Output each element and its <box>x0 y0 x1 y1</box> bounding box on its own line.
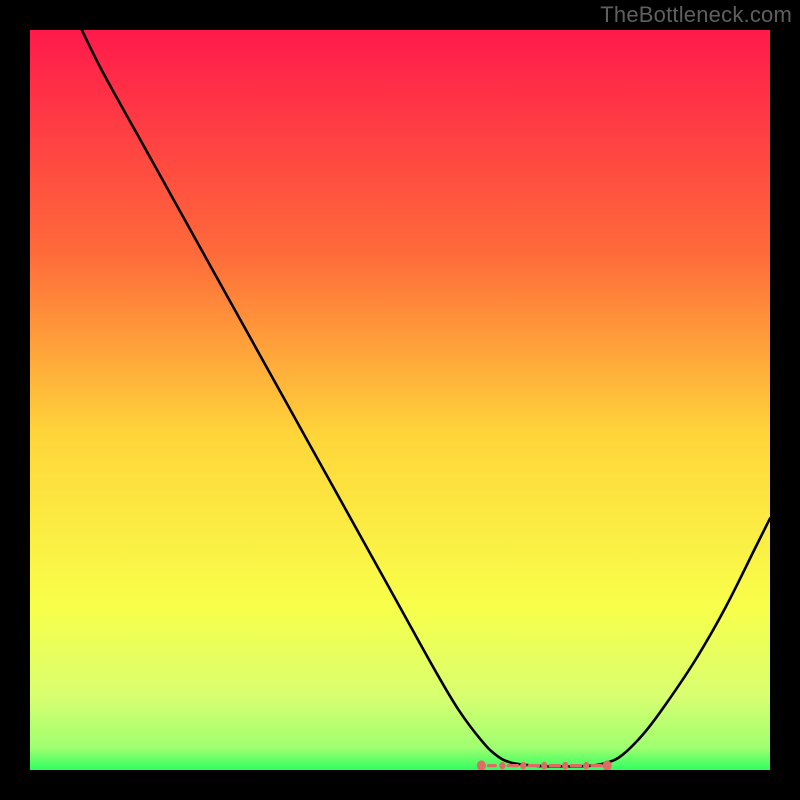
optimal-marker-dash <box>507 764 520 767</box>
optimal-marker-dot <box>562 762 568 769</box>
optimal-marker-dash <box>590 764 603 767</box>
optimal-marker-dash <box>528 764 541 767</box>
optimal-marker-dash <box>487 764 497 767</box>
optimal-marker-dot <box>583 762 589 769</box>
watermark-text: TheBottleneck.com <box>600 2 792 28</box>
optimal-marker-dash <box>570 764 583 767</box>
chart-container: TheBottleneck.com <box>0 0 800 800</box>
plot-area <box>30 30 770 770</box>
chart-svg <box>30 30 770 770</box>
optimal-marker-dot <box>499 762 505 769</box>
optimal-marker-dot <box>520 762 526 769</box>
optimal-marker-dot <box>541 762 547 769</box>
optimal-marker-dash <box>549 764 562 767</box>
